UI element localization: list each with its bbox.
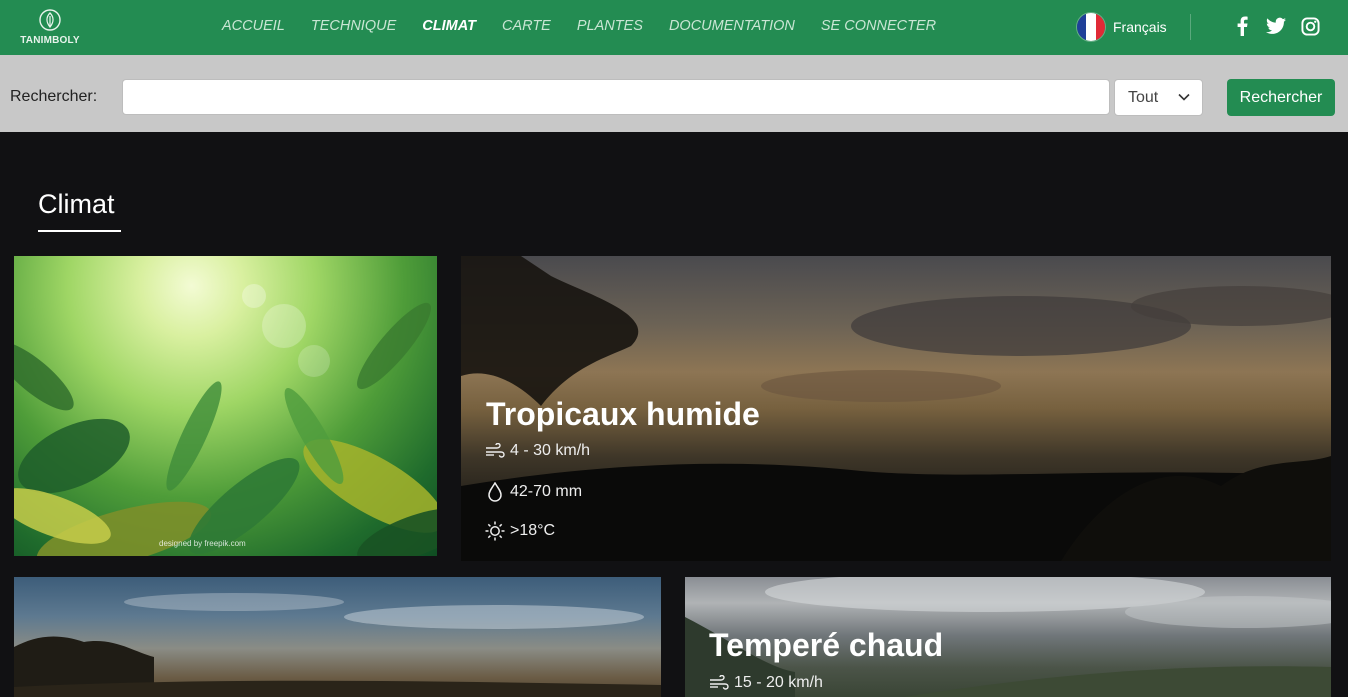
search-filter-select[interactable]: Tout	[1114, 79, 1203, 116]
climate-card-jungle[interactable]: designed by freepik.com	[14, 256, 437, 556]
language-label: Français	[1113, 19, 1167, 35]
rain-stat: 42-70 mm	[485, 482, 582, 502]
section-title: Climat	[38, 189, 115, 219]
sun-icon	[485, 521, 505, 541]
search-label: Rechercher:	[10, 88, 98, 105]
chevron-down-icon	[1178, 93, 1190, 101]
instagram-icon[interactable]	[1300, 15, 1320, 37]
facebook-icon[interactable]	[1232, 15, 1252, 37]
main-nav: ACCUEIL TECHNIQUE CLIMAT CARTE PLANTES D…	[222, 18, 962, 34]
image-credit: designed by freepik.com	[159, 539, 246, 548]
rain-value: 42-70 mm	[510, 483, 583, 500]
card-title: Tropicaux humide	[486, 396, 760, 432]
brand-logo[interactable]: TANIMBOLY	[14, 8, 86, 52]
nav-link-technique[interactable]: TECHNIQUE	[311, 18, 396, 34]
search-filter-value: Tout	[1128, 88, 1159, 106]
nav-link-accueil[interactable]: ACCUEIL	[222, 18, 285, 34]
wind-value: 4 - 30 km/h	[510, 442, 591, 459]
social-links	[1232, 15, 1320, 37]
jungle-illustration	[14, 284, 437, 556]
nav-link-plantes[interactable]: PLANTES	[577, 18, 643, 34]
climate-card-tempere-chaud[interactable]: Temperé chaud 15 - 20 km/h	[685, 577, 1331, 697]
savanna-landscape	[14, 593, 661, 697]
temperature-value: >18°C	[510, 522, 556, 539]
wind-stat: 4 - 30 km/h	[485, 442, 590, 460]
search-button[interactable]: Rechercher	[1227, 79, 1335, 116]
top-navbar: TANIMBOLY ACCUEIL TECHNIQUE CLIMAT CARTE…	[0, 0, 1348, 55]
droplet-icon	[488, 482, 502, 502]
nav-link-se-connecter[interactable]: SE CONNECTER	[821, 18, 936, 34]
leaf-icon	[39, 9, 61, 31]
wind-icon	[486, 443, 505, 458]
temperature-stat: >18°C	[485, 521, 555, 541]
climate-card-savanna[interactable]	[14, 577, 661, 697]
wind-icon	[710, 675, 729, 690]
nav-link-carte[interactable]: CARTE	[502, 18, 551, 34]
logo-text: TANIMBOLY	[20, 35, 80, 46]
card-title: Temperé chaud	[709, 627, 944, 663]
wind-stat: 15 - 20 km/h	[709, 674, 823, 692]
twitter-icon[interactable]	[1266, 15, 1286, 37]
nav-link-climat[interactable]: CLIMAT	[422, 18, 476, 34]
climate-card-tropicaux-humide[interactable]: Tropicaux humide 4 - 30 km/h 42-70 mm >1…	[461, 256, 1331, 561]
nav-divider	[1190, 14, 1191, 40]
nav-link-documentation[interactable]: DOCUMENTATION	[669, 18, 795, 34]
wind-value: 15 - 20 km/h	[734, 674, 823, 691]
french-flag-icon	[1076, 12, 1106, 42]
search-input[interactable]	[122, 79, 1110, 115]
language-switcher[interactable]: Français	[1076, 12, 1167, 42]
search-bar: Rechercher: Tout Rechercher	[0, 55, 1348, 132]
section-title-underline	[38, 230, 121, 232]
